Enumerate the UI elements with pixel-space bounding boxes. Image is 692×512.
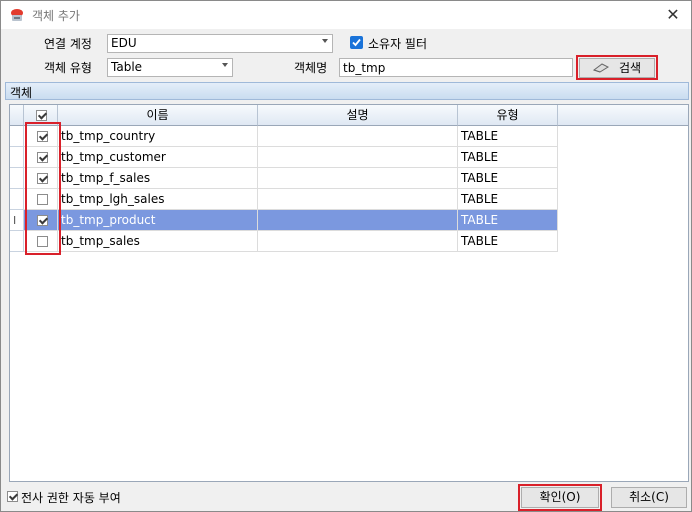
table-row[interactable]: tb_tmp_lgh_sales TABLE: [10, 189, 558, 210]
cell-description[interactable]: [258, 147, 458, 168]
row-checkbox[interactable]: [37, 236, 48, 247]
cell-description[interactable]: [258, 126, 458, 147]
owner-filter-label: 소유자 필터: [368, 37, 428, 51]
row-checkbox[interactable]: [37, 173, 48, 184]
row-header[interactable]: [10, 189, 24, 210]
title-bar: 객체 추가 ✕: [1, 1, 691, 29]
object-name-input[interactable]: [339, 58, 573, 77]
column-header-description[interactable]: 설명: [258, 105, 458, 126]
objects-grid: 이름 설명 유형 tb_tmp_country TABLE tb_tmp_custo…: [9, 104, 689, 482]
table-row[interactable]: tb_tmp_f_sales TABLE: [10, 168, 558, 189]
objects-group-header: 객체: [5, 82, 689, 100]
object-type-select[interactable]: Table: [107, 58, 233, 77]
cell-type[interactable]: TABLE: [458, 210, 558, 231]
chevron-down-icon: [222, 63, 228, 67]
cancel-button[interactable]: 취소(C): [611, 487, 687, 508]
row-checkbox[interactable]: [37, 131, 48, 142]
cell-type[interactable]: TABLE: [458, 147, 558, 168]
header-select-all[interactable]: [24, 105, 58, 126]
row-checkbox-cell: [24, 189, 58, 210]
object-type-value: Table: [111, 60, 143, 74]
row-header[interactable]: [10, 126, 24, 147]
search-button-label: 검색: [618, 61, 642, 75]
row-checkbox-cell: [24, 168, 58, 189]
auto-grant-label: 전사 권한 자동 부여: [21, 491, 121, 505]
cell-type[interactable]: TABLE: [458, 189, 558, 210]
search-button[interactable]: 검색: [579, 58, 655, 78]
cell-type[interactable]: TABLE: [458, 231, 558, 252]
row-checkbox[interactable]: [37, 152, 48, 163]
row-header[interactable]: [10, 147, 24, 168]
row-header[interactable]: I: [10, 210, 24, 231]
window-title: 객체 추가: [32, 9, 80, 23]
column-header-filler: [558, 105, 688, 126]
owner-filter-checkbox[interactable]: [350, 36, 363, 49]
cell-description[interactable]: [258, 168, 458, 189]
objects-group-title: 객체: [10, 86, 33, 100]
chevron-down-icon: [322, 39, 328, 43]
cell-name[interactable]: tb_tmp_customer: [58, 147, 258, 168]
row-checkbox-cell: [24, 210, 58, 231]
app-icon: [9, 7, 25, 23]
select-all-checkbox[interactable]: [36, 110, 47, 121]
cell-name[interactable]: tb_tmp_lgh_sales: [58, 189, 258, 210]
row-checkbox[interactable]: [37, 194, 48, 205]
eraser-icon: [592, 60, 609, 78]
cell-description[interactable]: [258, 231, 458, 252]
table-row[interactable]: tb_tmp_customer TABLE: [10, 147, 558, 168]
object-type-label: 객체 유형: [44, 61, 92, 75]
grid-corner: [10, 105, 24, 126]
column-header-name[interactable]: 이름: [58, 105, 258, 126]
cell-description[interactable]: [258, 189, 458, 210]
connection-select[interactable]: EDU: [107, 34, 333, 53]
connection-label: 연결 계정: [44, 37, 92, 51]
cell-name[interactable]: tb_tmp_country: [58, 126, 258, 147]
table-row[interactable]: tb_tmp_country TABLE: [10, 126, 558, 147]
cell-name[interactable]: tb_tmp_sales: [58, 231, 258, 252]
row-cursor-icon: I: [13, 214, 17, 227]
ok-button[interactable]: 확인(O): [521, 487, 599, 508]
cell-type[interactable]: TABLE: [458, 126, 558, 147]
auto-grant-checkbox[interactable]: [7, 491, 18, 502]
cell-name[interactable]: tb_tmp_f_sales: [58, 168, 258, 189]
cell-type[interactable]: TABLE: [458, 168, 558, 189]
row-checkbox[interactable]: [37, 215, 48, 226]
row-header[interactable]: [10, 168, 24, 189]
row-checkbox-cell: [24, 231, 58, 252]
cell-name[interactable]: tb_tmp_product: [58, 210, 258, 231]
column-header-type[interactable]: 유형: [458, 105, 558, 126]
row-header[interactable]: [10, 231, 24, 252]
close-icon[interactable]: ✕: [661, 3, 685, 27]
table-row[interactable]: tb_tmp_sales TABLE: [10, 231, 558, 252]
add-object-dialog: 객체 추가 ✕ 연결 계정 EDU 소유자 필터 객체 유형 Table 객체명…: [0, 0, 692, 512]
table-row[interactable]: Itb_tmp_product TABLE: [10, 210, 558, 231]
connection-value: EDU: [111, 36, 137, 50]
row-checkbox-cell: [24, 147, 58, 168]
cell-description[interactable]: [258, 210, 458, 231]
object-name-label: 객체명: [294, 61, 328, 75]
row-checkbox-cell: [24, 126, 58, 147]
